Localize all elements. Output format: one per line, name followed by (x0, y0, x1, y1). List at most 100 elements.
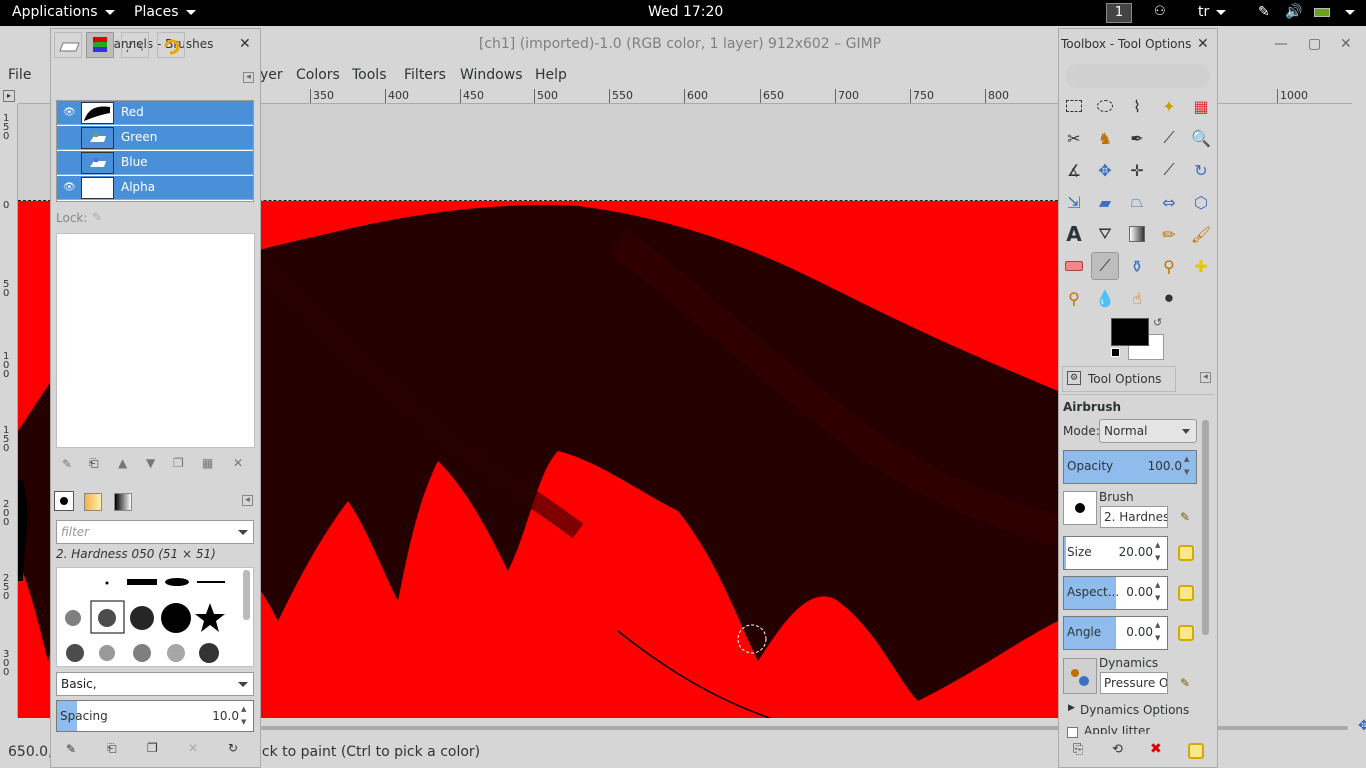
edit-dynamics-icon[interactable]: ✎ (1180, 676, 1190, 690)
dock-title[interactable]: Channels - Brushes (51, 29, 260, 59)
brush-preview-button[interactable] (1063, 491, 1097, 525)
heal-icon[interactable]: ✚ (1187, 252, 1215, 280)
default-colors-icon[interactable] (1111, 348, 1120, 357)
minimize-icon[interactable]: — (1274, 36, 1288, 52)
tool-options-tab[interactable]: ⚙ Tool Options (1062, 366, 1176, 392)
bucket-fill-icon[interactable]: ⛛ (1091, 220, 1119, 248)
duplicate-channel-icon[interactable]: ❐ (173, 456, 184, 470)
edit-brush-icon[interactable]: ✎ (1180, 510, 1190, 524)
gradient-icon[interactable] (1123, 220, 1151, 248)
clock[interactable]: Wed 17:20 (648, 4, 723, 20)
brush-filter-input[interactable]: filter (56, 520, 254, 544)
close-icon[interactable]: ✕ (1340, 36, 1352, 52)
foreground-select-icon[interactable]: ♞ (1091, 124, 1119, 152)
perspective-icon[interactable]: ⏢ (1123, 188, 1151, 216)
chevron-down-icon[interactable] (238, 682, 248, 687)
spinner-arrows-icon[interactable]: ▲ ▼ (1155, 619, 1165, 647)
lower-channel-icon[interactable]: ▼ (146, 456, 155, 470)
spinner-arrows-icon[interactable]: ▲ ▼ (1155, 539, 1165, 567)
channel-row-green[interactable]: Green (57, 126, 253, 150)
delete-options-icon[interactable]: ✖ (1150, 741, 1162, 757)
scale-icon[interactable]: ⇲ (1060, 188, 1088, 216)
tablet-pen-icon[interactable]: ✎ (1258, 4, 1270, 20)
rect-select-icon[interactable] (1060, 92, 1088, 120)
battery-icon[interactable] (1314, 8, 1330, 17)
shear-icon[interactable]: ▰ (1091, 188, 1119, 216)
menu-help[interactable]: Help (535, 67, 567, 83)
channel-row-alpha[interactable]: 👁 Alpha (57, 176, 253, 200)
paths-tab-icon[interactable] (121, 32, 149, 58)
apply-jitter-checkbox[interactable] (1067, 727, 1078, 738)
wilber-drop-area[interactable] (1066, 64, 1210, 88)
select-by-color-icon[interactable]: ▦ (1187, 92, 1215, 120)
delete-brush-icon[interactable]: ✕ (188, 741, 198, 755)
ink-icon[interactable]: ⚱ (1123, 252, 1151, 280)
brush-grid-scrollbar[interactable] (243, 570, 250, 620)
clone-icon[interactable]: ⚲ (1155, 252, 1183, 280)
scissors-icon[interactable]: ✂ (1060, 124, 1088, 152)
brush-grid[interactable] (56, 567, 254, 667)
menu-tools[interactable]: Tools (352, 67, 387, 83)
ellipse-select-icon[interactable] (1091, 92, 1119, 120)
dynamics-options-expander[interactable]: Dynamics Options (1080, 703, 1189, 717)
menu-file[interactable]: File (8, 67, 31, 83)
maximize-icon[interactable]: ▢ (1308, 36, 1321, 52)
duplicate-brush-icon[interactable]: ❐ (147, 741, 158, 755)
channel-row-blue[interactable]: Blue (57, 151, 253, 175)
fuzzy-select-icon[interactable]: ✦ (1155, 92, 1183, 120)
flip-icon[interactable]: ⇔ (1155, 188, 1183, 216)
crop-icon[interactable]: ⟋ (1155, 156, 1183, 184)
spinner-arrows-icon[interactable]: ▲ ▼ (1184, 453, 1194, 481)
airbrush-icon[interactable]: ⟋ (1091, 252, 1119, 280)
edit-channel-icon[interactable]: ✎ (62, 457, 72, 471)
expander-icon[interactable]: ▶ (1068, 703, 1075, 713)
brush-set-select[interactable]: Basic, (56, 672, 254, 696)
delete-channel-icon[interactable]: ✕ (233, 456, 243, 470)
chevron-down-icon[interactable] (238, 530, 248, 535)
layers-tab-icon[interactable] (54, 32, 82, 58)
menu-filters[interactable]: Filters (404, 67, 446, 83)
menu-windows[interactable]: Windows (460, 67, 523, 83)
dock-menu-icon[interactable]: ◂ (243, 72, 254, 83)
reset-size-icon[interactable] (1178, 545, 1194, 561)
close-icon[interactable]: ✕ (239, 36, 251, 52)
gradients-tab-icon[interactable] (114, 493, 132, 511)
dynamics-name-field[interactable]: Pressure Op (1100, 672, 1168, 694)
cage-transform-icon[interactable]: ⬡ (1187, 188, 1215, 216)
rotate-icon[interactable]: ↻ (1187, 156, 1215, 184)
system-menu[interactable] (1338, 4, 1355, 20)
applications-menu[interactable]: Applications (12, 4, 115, 20)
perspective-clone-icon[interactable]: ⚲ (1060, 284, 1088, 312)
channels-tab-icon[interactable] (86, 32, 114, 58)
workspace-indicator[interactable]: 1 (1106, 3, 1132, 23)
eye-icon[interactable]: 👁 (63, 107, 76, 118)
size-slider[interactable]: Size 20.00 ▲ ▼ (1063, 536, 1168, 570)
new-channel-icon[interactable]: ⎗ (89, 456, 99, 471)
brushes-tab-icon[interactable] (54, 491, 74, 511)
eraser-icon[interactable] (1060, 252, 1088, 280)
new-brush-icon[interactable]: ⎗ (107, 741, 117, 756)
text-icon[interactable]: A (1060, 220, 1088, 248)
dock-title[interactable]: Toolbox - Tool Options (1059, 29, 1217, 59)
smudge-icon[interactable]: ☝ (1123, 284, 1151, 312)
aspect-ratio-slider[interactable]: Aspect... 0.00 ▲ ▼ (1063, 576, 1168, 610)
dynamics-preview-button[interactable] (1063, 658, 1097, 694)
reset-angle-icon[interactable] (1178, 625, 1194, 641)
menu-colors[interactable]: Colors (296, 67, 340, 83)
mode-select[interactable]: Normal (1099, 419, 1197, 443)
blur-icon[interactable]: 💧 (1091, 284, 1119, 312)
restore-options-icon[interactable]: ⟲ (1112, 742, 1123, 757)
spinner-arrows-icon[interactable]: ▲ ▼ (1155, 579, 1165, 607)
measure-icon[interactable]: ∡ (1060, 156, 1088, 184)
refresh-brushes-icon[interactable]: ↻ (228, 741, 238, 755)
accessibility-icon[interactable]: ⚇ (1154, 4, 1166, 19)
pencil-icon[interactable]: ✏ (1155, 220, 1183, 248)
reset-aspect-icon[interactable] (1178, 585, 1194, 601)
edit-brush-icon[interactable]: ✎ (66, 742, 76, 756)
dodge-burn-icon[interactable]: ⚫ (1155, 284, 1183, 312)
places-menu[interactable]: Places (134, 4, 196, 20)
swap-colors-icon[interactable]: ↺ (1153, 316, 1162, 329)
eye-icon[interactable]: 👁 (63, 182, 76, 193)
keyboard-layout[interactable]: tr (1198, 4, 1227, 20)
spacing-slider[interactable]: Spacing 10.0 ▲ ▼ (56, 700, 254, 732)
